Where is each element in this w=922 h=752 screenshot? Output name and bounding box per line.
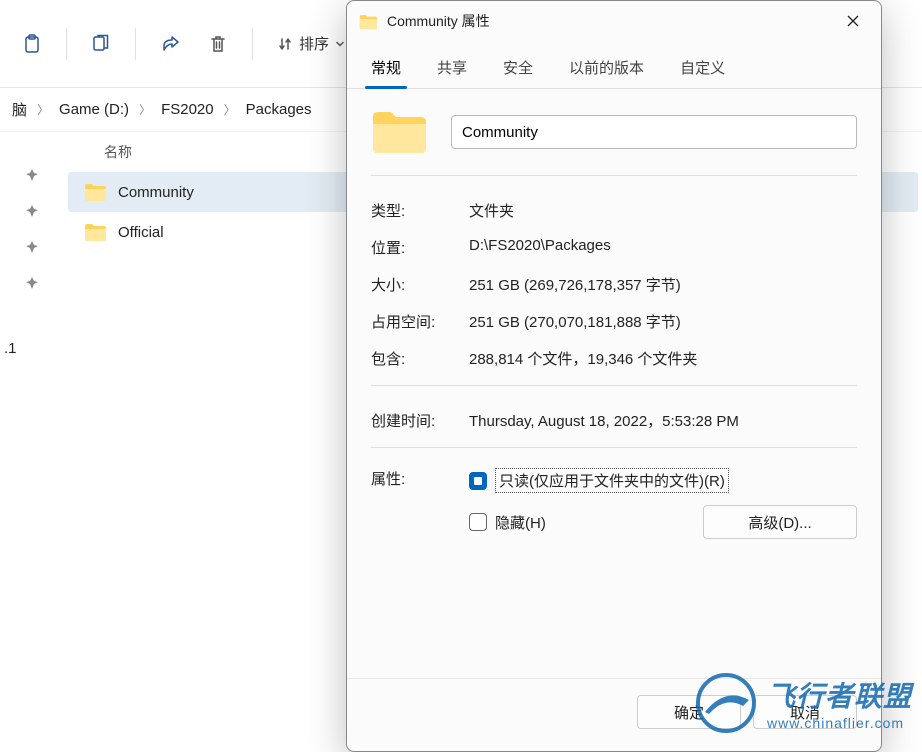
- ok-button[interactable]: 确定: [637, 695, 741, 729]
- prop-value-created: Thursday, August 18, 2022，5:53:28 PM: [469, 410, 857, 431]
- prop-label-sizeondisk: 占用空间:: [371, 311, 469, 332]
- sort-icon: [277, 36, 293, 52]
- pin-icon: [25, 168, 39, 182]
- delete-button[interactable]: [196, 22, 240, 66]
- chevron-right-icon: 〉: [35, 101, 51, 118]
- cut-button[interactable]: [10, 22, 54, 66]
- prop-value-sizeondisk: 251 GB (270,070,181,888 字节): [469, 311, 857, 332]
- close-icon: [847, 15, 859, 27]
- toolbar-separator: [135, 28, 136, 60]
- share-button[interactable]: [148, 22, 192, 66]
- tab-previous[interactable]: 以前的版本: [563, 49, 650, 88]
- advanced-button[interactable]: 高级(D)...: [703, 505, 857, 539]
- prop-label-size: 大小:: [371, 274, 469, 295]
- divider: [371, 447, 857, 448]
- clipboard-icon: [22, 34, 42, 54]
- prop-label-location: 位置:: [371, 237, 469, 258]
- breadcrumb-item[interactable]: 脑: [4, 95, 35, 124]
- prop-label-contains: 包含:: [371, 348, 469, 369]
- chevron-right-icon: 〉: [137, 101, 153, 118]
- share-icon: [160, 34, 180, 54]
- prop-label-created: 创建时间:: [371, 410, 469, 431]
- tab-share[interactable]: 共享: [431, 49, 473, 88]
- properties-dialog: Community 属性 常规 共享 安全 以前的版本 自定义 类型:文件夹 位…: [346, 0, 882, 752]
- folder-icon: [359, 14, 377, 29]
- readonly-checkbox[interactable]: [469, 472, 487, 490]
- prop-value-contains: 288,814 个文件，19,346 个文件夹: [469, 348, 857, 369]
- breadcrumb-item[interactable]: FS2020: [153, 97, 222, 122]
- prop-label-attributes: 属性:: [371, 468, 469, 489]
- breadcrumb-item[interactable]: Packages: [238, 97, 320, 122]
- pin-icon: [25, 276, 39, 290]
- divider: [371, 175, 857, 176]
- file-name: Community: [118, 184, 194, 201]
- dialog-title: Community 属性: [387, 11, 823, 31]
- sort-label: 排序: [299, 33, 329, 54]
- readonly-label[interactable]: 只读(仅应用于文件夹中的文件)(R): [495, 468, 729, 493]
- file-name: Official: [118, 224, 164, 241]
- tab-security[interactable]: 安全: [497, 49, 539, 88]
- chevron-right-icon: 〉: [222, 101, 238, 118]
- tab-custom[interactable]: 自定义: [674, 49, 731, 88]
- prop-value-size: 251 GB (269,726,178,357 字节): [469, 274, 857, 295]
- folder-icon: [84, 223, 106, 241]
- prop-label-type: 类型:: [371, 200, 469, 221]
- chevron-down-icon: [335, 39, 345, 49]
- folder-icon: [84, 183, 106, 201]
- prop-value-type: 文件夹: [469, 200, 857, 221]
- divider: [371, 385, 857, 386]
- cancel-button[interactable]: 取消: [753, 695, 857, 729]
- pin-icon: [25, 204, 39, 218]
- sort-button[interactable]: 排序: [265, 22, 357, 66]
- folder-name-input[interactable]: [451, 115, 857, 149]
- dialog-titlebar[interactable]: Community 属性: [347, 1, 881, 41]
- pinned-column: [0, 132, 64, 752]
- toolbar-separator: [66, 28, 67, 60]
- folder-large-icon: [371, 109, 427, 155]
- trash-icon: [208, 34, 228, 54]
- copy-icon: [91, 34, 111, 54]
- tab-general[interactable]: 常规: [365, 49, 407, 88]
- copy-button[interactable]: [79, 22, 123, 66]
- toolbar-separator: [252, 28, 253, 60]
- close-button[interactable]: [833, 5, 873, 37]
- breadcrumb-item[interactable]: Game (D:): [51, 97, 137, 122]
- pin-icon: [25, 240, 39, 254]
- hidden-checkbox[interactable]: [469, 513, 487, 531]
- prop-value-location: D:\FS2020\Packages: [469, 237, 857, 258]
- dialog-footer: 确定 取消: [347, 678, 881, 751]
- dialog-tabs: 常规 共享 安全 以前的版本 自定义: [347, 41, 881, 89]
- hidden-label[interactable]: 隐藏(H): [495, 512, 546, 533]
- truncated-text: .1: [4, 340, 17, 357]
